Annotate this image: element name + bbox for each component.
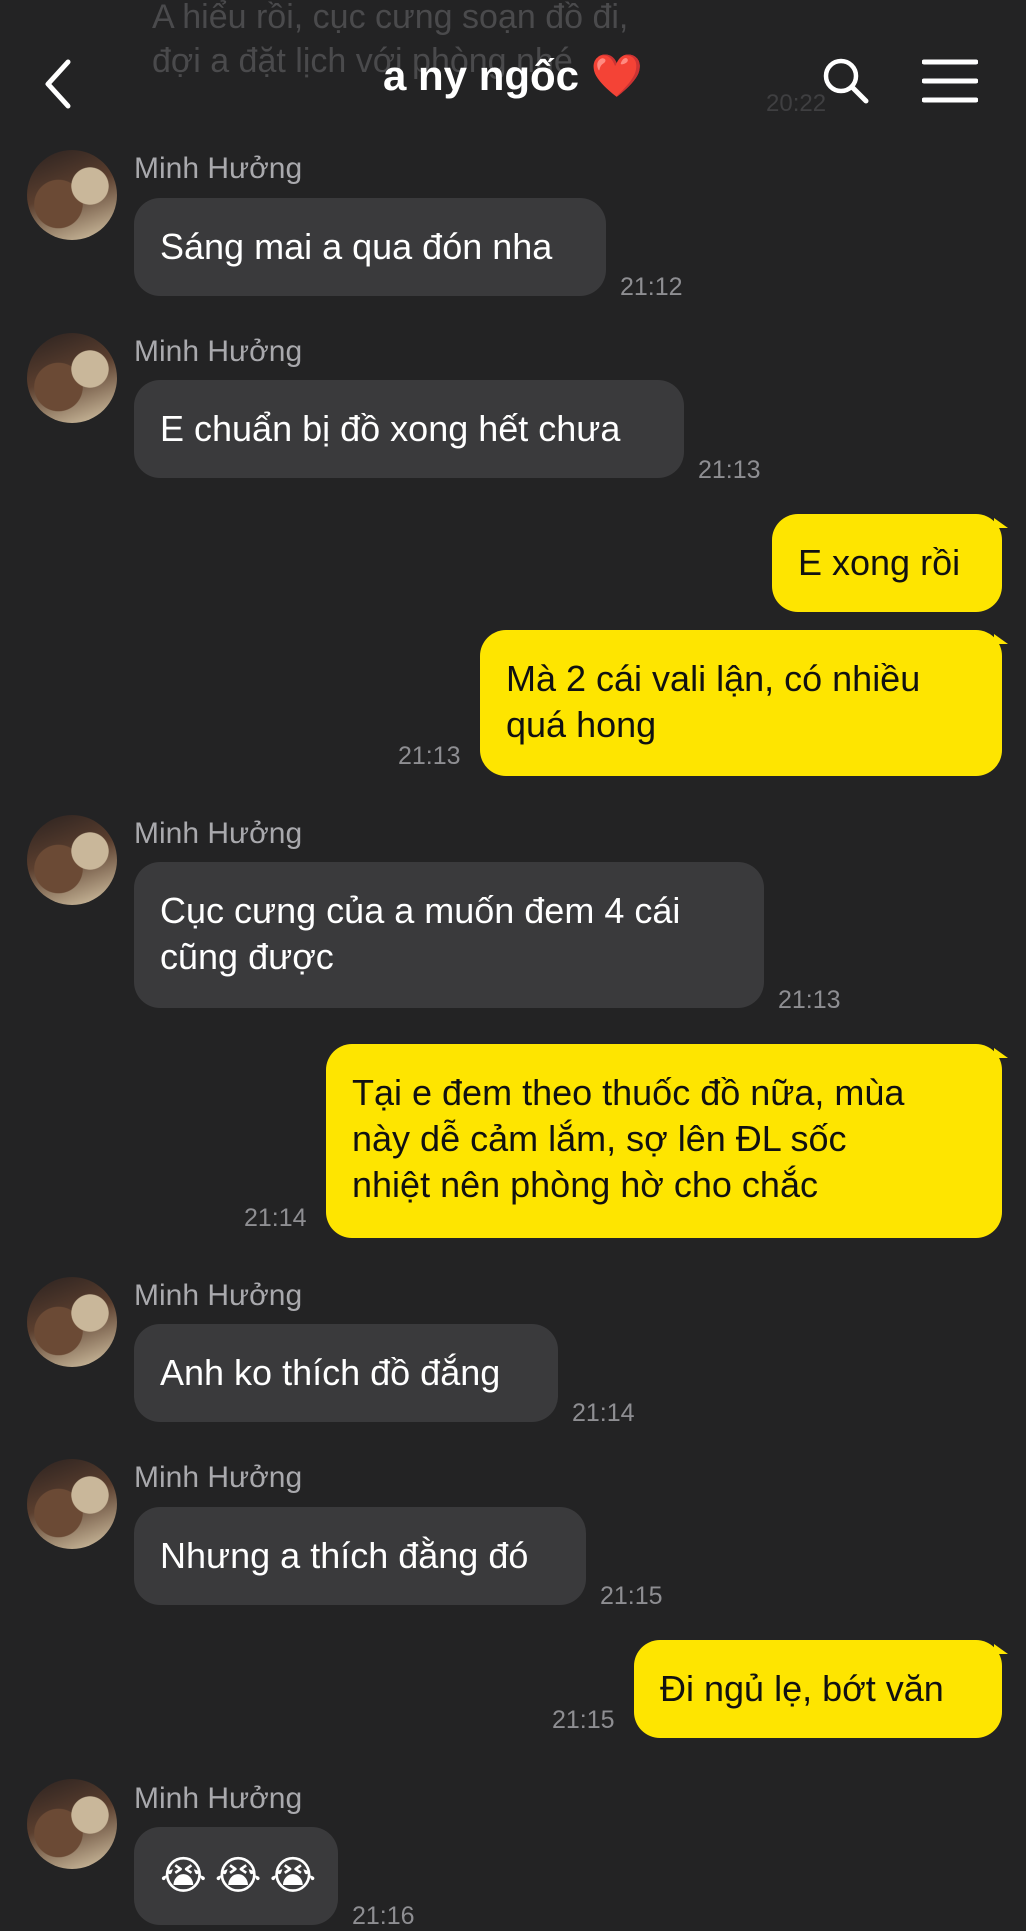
- avatar[interactable]: [27, 815, 117, 905]
- message-bubble-incoming[interactable]: Anh ko thích đồ đắng: [134, 1324, 558, 1422]
- message-time: 21:13: [698, 456, 761, 484]
- message-time: 21:12: [620, 273, 683, 301]
- sender-name: Minh Hưởng: [134, 1782, 303, 1815]
- avatar[interactable]: [27, 1277, 117, 1367]
- message-time: 21:14: [572, 1399, 635, 1427]
- sender-name: Minh Hưởng: [134, 1279, 303, 1312]
- avatar[interactable]: [27, 333, 117, 423]
- message-bubble-incoming[interactable]: E chuẩn bị đồ xong hết chưa: [134, 380, 684, 478]
- message-bubble-outgoing[interactable]: Đi ngủ lẹ, bớt văn: [634, 1640, 1008, 1738]
- message-line: Cục cưng của a muốn đem 4 cái: [160, 890, 681, 931]
- avatar[interactable]: [27, 1459, 117, 1549]
- message-bubble-incoming[interactable]: 😭😭😭: [134, 1827, 338, 1925]
- search-icon: [823, 58, 869, 104]
- message-time: 21:15: [552, 1706, 615, 1734]
- message-bubble-outgoing[interactable]: Tại e đem theo thuốc đồ nữa, mùa này dễ …: [326, 1044, 1008, 1238]
- message-line: Mà 2 cái vali lận, có nhiều: [506, 658, 921, 699]
- message-line: Tại e đem theo thuốc đồ nữa, mùa: [352, 1072, 905, 1113]
- message-bubble-incoming[interactable]: Sáng mai a qua đón nha: [134, 198, 606, 296]
- sender-name: Minh Hưởng: [134, 817, 303, 850]
- message-time: 21:13: [398, 742, 461, 770]
- chat-title: a ny ngốc ❤️: [0, 52, 1026, 101]
- avatar[interactable]: [27, 150, 117, 240]
- message-bubble-outgoing[interactable]: E xong rồi: [772, 514, 1008, 612]
- message-time: 21:14: [244, 1204, 307, 1232]
- sender-name: Minh Hưởng: [134, 335, 303, 368]
- message-bubble-incoming[interactable]: Nhưng a thích đằng đó: [134, 1507, 586, 1605]
- heart-icon: ❤️: [590, 52, 643, 99]
- sender-name: Minh Hưởng: [134, 1461, 303, 1494]
- menu-icon: [921, 59, 979, 103]
- message-line: cũng được: [160, 936, 334, 977]
- message-time: 21:16: [352, 1902, 415, 1930]
- sender-name: Minh Hưởng: [134, 152, 303, 185]
- message-bubble-incoming[interactable]: Cục cưng của a muốn đem 4 cái cũng được: [134, 862, 764, 1008]
- menu-button[interactable]: [921, 58, 979, 104]
- message-time: 21:15: [600, 1582, 663, 1610]
- message-bubble-outgoing[interactable]: Mà 2 cái vali lận, có nhiều quá hong: [480, 630, 1008, 776]
- search-button[interactable]: [820, 55, 870, 105]
- message-line: quá hong: [506, 704, 657, 745]
- avatar[interactable]: [27, 1779, 117, 1869]
- message-line: nhiệt nên phòng hờ cho chắc: [352, 1164, 818, 1205]
- message-line: này dễ cảm lắm, sợ lên ĐL sốc: [352, 1118, 847, 1159]
- chat-header: a ny ngốc ❤️: [0, 0, 1026, 140]
- message-time: 21:13: [778, 986, 841, 1014]
- chat-title-text: a ny ngốc: [382, 52, 580, 99]
